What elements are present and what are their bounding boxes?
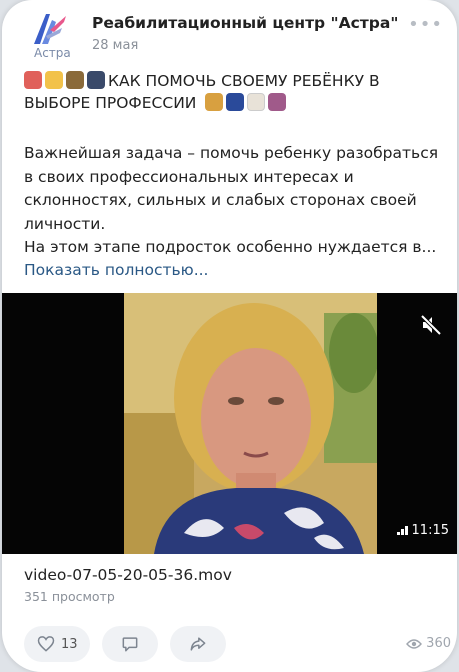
heart-icon (37, 636, 55, 652)
comment-icon (122, 637, 137, 652)
community-logo[interactable]: Астра (20, 8, 74, 60)
teacher-emoji-icon (268, 93, 287, 111)
worker-emoji-icon (45, 71, 63, 89)
video-duration: 11:15 (396, 523, 449, 538)
video-thumbnail (124, 293, 377, 554)
text-line: Важнейшая задача – помочь ребенку разобр… (24, 144, 439, 162)
firefighter-emoji-icon (24, 71, 42, 89)
farmer-emoji-icon (205, 93, 224, 111)
like-button[interactable]: 13 (24, 626, 90, 662)
share-arrow-icon (190, 637, 205, 651)
post-title: КАК ПОМОЧЬ СВОЕМУ РЕБЁНКУ В ВЫБОРЕ ПРОФЕ… (24, 70, 444, 114)
title-line-2: ВЫБОРЕ ПРОФЕССИИ (24, 94, 197, 112)
like-count: 13 (61, 636, 78, 652)
post-date[interactable]: 28 мая (92, 38, 138, 53)
duration-text: 11:15 (411, 523, 449, 538)
text-line: в своих профессиональных интересах и (24, 167, 354, 186)
video-frame (124, 293, 377, 554)
video-views: 351 просмотр (24, 589, 115, 604)
share-button[interactable] (169, 626, 226, 662)
comment-button[interactable] (101, 626, 158, 662)
title-line-1: КАК ПОМОЧЬ СВОЕМУ РЕБЁНКУ В (108, 72, 380, 90)
logo-text: Астра (34, 46, 71, 60)
cook-emoji-icon (247, 93, 266, 111)
police-emoji-icon (226, 93, 245, 111)
text-line: склонностях, сильных и слабых сторонах с… (24, 191, 417, 209)
action-bar: 13 (24, 626, 226, 662)
video-filename[interactable]: video-07-05-20-05-36.mov (24, 566, 232, 584)
views-short-count: 360 (426, 636, 451, 651)
more-dots-icon[interactable]: ••• (408, 14, 443, 35)
post-views: 360 (406, 636, 451, 651)
show-more-link[interactable]: Показать полностью... (24, 261, 209, 279)
graduate-emoji-icon (87, 71, 105, 89)
signal-bars-icon (396, 526, 408, 535)
post-text: Важнейшая задача – помочь ребенку разобр… (24, 142, 454, 260)
author-name[interactable]: Реабилитационный центр "Астра" (92, 14, 398, 32)
video-player[interactable]: 11:15 (2, 293, 457, 554)
muted-speaker-icon[interactable] (419, 313, 443, 337)
text-line: личности. (24, 214, 106, 233)
detective-emoji-icon (66, 71, 84, 89)
eye-icon (406, 638, 423, 649)
post-card: Астра Реабилитационный центр "Астра" 28 … (2, 0, 457, 672)
text-line: На этом этапе подросток особенно нуждает… (24, 238, 437, 256)
